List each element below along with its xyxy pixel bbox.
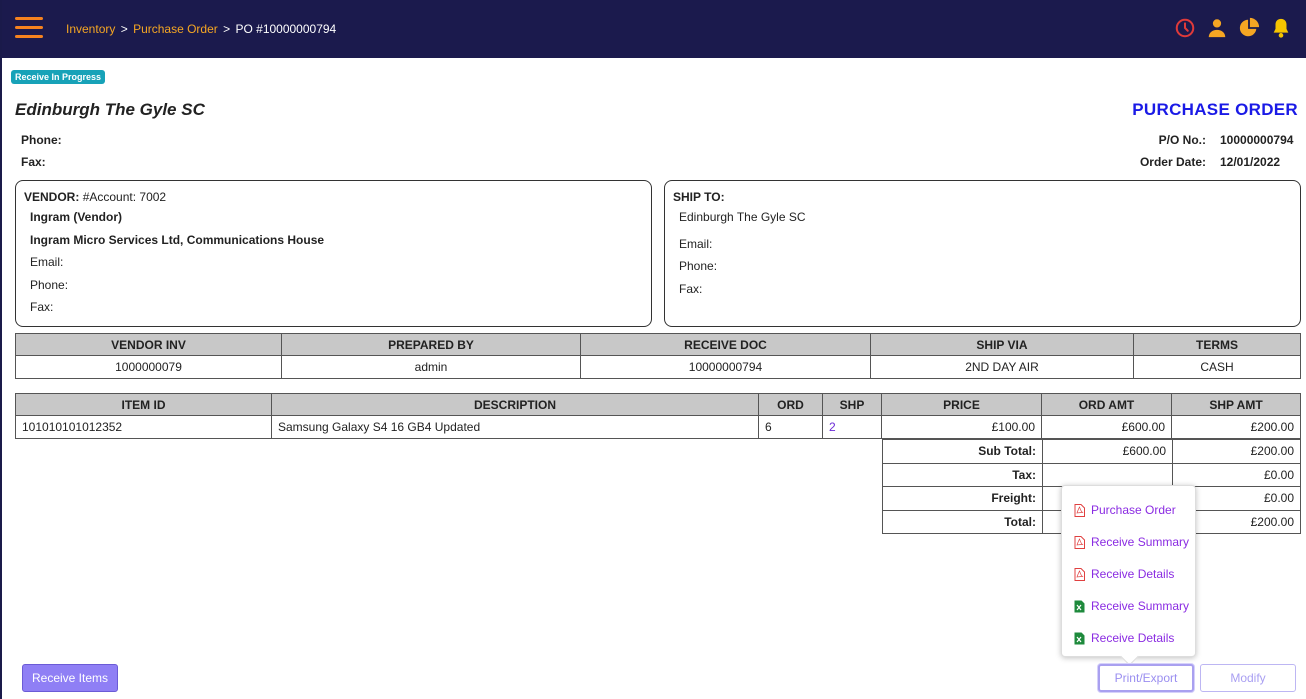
- breadcrumb: Inventory > Purchase Order > PO #1000000…: [66, 22, 336, 36]
- vendor-account: #Account: 7002: [82, 190, 167, 204]
- freight-label: Freight:: [882, 486, 1043, 511]
- breadcrumb-inventory[interactable]: Inventory: [66, 22, 115, 36]
- ord-cell: 6: [758, 415, 823, 439]
- store-name: Edinburgh The Gyle SC: [15, 100, 205, 119]
- vendor-inv-cell: 1000000079: [15, 355, 282, 379]
- column-header: VENDOR INV: [15, 333, 282, 356]
- export-pdf-receive-details[interactable]: Receive Details: [1062, 558, 1195, 590]
- breadcrumb-purchase-order[interactable]: Purchase Order: [133, 22, 218, 36]
- excel-file-icon: [1074, 632, 1085, 644]
- ship-to-box: SHIP TO: Edinburgh The Gyle SC Email: Ph…: [664, 180, 1301, 327]
- bell-icon[interactable]: [1270, 17, 1292, 39]
- ship-to-email: Email:: [679, 236, 713, 251]
- history-clock-icon[interactable]: [1174, 17, 1196, 39]
- table-header-row: ITEM ID DESCRIPTION ORD SHP PRICE ORD AM…: [15, 393, 1301, 416]
- user-icon[interactable]: [1206, 17, 1228, 39]
- ship-to-name: Edinburgh The Gyle SC: [679, 210, 806, 224]
- order-date-label: Order Date:: [1139, 155, 1206, 169]
- pdf-file-icon: [1074, 503, 1085, 517]
- pie-chart-icon[interactable]: [1238, 17, 1260, 39]
- subtotal-row: Sub Total: £600.00 £200.00: [882, 439, 1301, 464]
- menu-item-label: Receive Summary: [1091, 535, 1190, 549]
- breadcrumb-separator: >: [120, 22, 128, 36]
- menu-item-label: Receive Details: [1091, 631, 1175, 645]
- menu-icon[interactable]: [15, 17, 43, 41]
- table-row: 101010101012352 Samsung Galaxy S4 16 GB4…: [15, 415, 1301, 439]
- ship-to-phone: Phone:: [679, 259, 718, 273]
- subtotal-label: Sub Total:: [882, 439, 1043, 464]
- vendor-fax: Fax:: [30, 300, 54, 314]
- vendor-phone: Phone:: [30, 277, 69, 292]
- column-header: ORD: [758, 393, 823, 416]
- export-pdf-purchase-order[interactable]: Purchase Order: [1062, 494, 1195, 526]
- tax-label: Tax:: [882, 462, 1043, 487]
- vendor-box: VENDOR: #Account: 7002 Ingram (Vendor) I…: [15, 180, 652, 327]
- column-header: TERMS: [1133, 333, 1301, 356]
- subtotal-ord: £600.00: [1042, 439, 1173, 464]
- column-header: RECEIVE DOC: [580, 333, 871, 356]
- vendor-name: Ingram (Vendor): [30, 210, 123, 224]
- column-header: ITEM ID: [15, 393, 272, 416]
- export-menu: Purchase Order Receive Summary Receive D…: [1061, 485, 1196, 657]
- items-table: ITEM ID DESCRIPTION ORD SHP PRICE ORD AM…: [15, 393, 1301, 439]
- vendor-company: Ingram Micro Services Ltd, Communication…: [30, 232, 325, 247]
- order-date-row: Order Date: 12/01/2022: [1116, 155, 1294, 169]
- po-number-value: 10000000794: [1220, 133, 1294, 147]
- pdf-file-icon: [1074, 567, 1085, 581]
- top-icons: [1174, 17, 1292, 39]
- description-cell: Samsung Galaxy S4 16 GB4 Updated: [271, 415, 759, 439]
- menu-item-label: Purchase Order: [1091, 503, 1176, 517]
- pdf-file-icon: [1074, 535, 1085, 549]
- receive-items-button[interactable]: Receive Items: [22, 664, 118, 692]
- breadcrumb-separator: >: [223, 22, 231, 36]
- vendor-heading: VENDOR: #Account: 7002: [24, 190, 643, 204]
- modify-button[interactable]: Modify: [1200, 664, 1296, 692]
- vendor-email: Email:: [30, 255, 64, 269]
- ship-via-cell: 2ND DAY AIR: [870, 355, 1134, 379]
- column-header: SHP AMT: [1171, 393, 1301, 416]
- tax-ord: [1042, 462, 1173, 487]
- print-export-button[interactable]: Print/Export: [1098, 664, 1194, 692]
- export-pdf-receive-summary[interactable]: Receive Summary: [1062, 526, 1195, 558]
- total-label: Total:: [882, 509, 1043, 534]
- subtotal-shp: £200.00: [1172, 439, 1301, 464]
- table-header-row: VENDOR INV PREPARED BY RECEIVE DOC SHIP …: [15, 333, 1301, 356]
- shp-amt-cell: £200.00: [1171, 415, 1301, 439]
- receive-doc-cell: 10000000794: [580, 355, 871, 379]
- tax-row: Tax: £0.00: [882, 462, 1301, 487]
- table-row: 1000000079 admin 10000000794 2ND DAY AIR…: [15, 355, 1301, 379]
- shp-cell: 2: [822, 415, 882, 439]
- document-title: PURCHASE ORDER: [1132, 100, 1298, 119]
- terms-cell: CASH: [1133, 355, 1301, 379]
- fax-label: Fax:: [21, 155, 46, 169]
- column-header: ORD AMT: [1041, 393, 1172, 416]
- column-header: DESCRIPTION: [271, 393, 759, 416]
- export-excel-receive-details[interactable]: Receive Details: [1062, 622, 1195, 654]
- status-badge: Receive In Progress: [11, 70, 106, 84]
- item-id-cell: 101010101012352: [15, 415, 272, 439]
- menu-item-label: Receive Details: [1091, 567, 1175, 581]
- po-number-row: P/O No.: 10000000794: [1116, 133, 1294, 147]
- order-date-value: 12/01/2022: [1220, 155, 1281, 169]
- export-excel-receive-summary[interactable]: Receive Summary: [1062, 590, 1195, 622]
- excel-file-icon: [1074, 600, 1085, 612]
- column-header: PREPARED BY: [281, 333, 581, 356]
- po-number-label: P/O No.:: [1158, 133, 1206, 147]
- ship-to-heading: SHIP TO:: [673, 190, 725, 204]
- price-cell: £100.00: [881, 415, 1042, 439]
- column-header: SHIP VIA: [870, 333, 1134, 356]
- ord-amt-cell: £600.00: [1041, 415, 1172, 439]
- shp-link[interactable]: 2: [829, 420, 836, 434]
- phone-label: Phone:: [21, 133, 62, 147]
- column-header: PRICE: [881, 393, 1042, 416]
- vendor-heading-label: VENDOR:: [24, 190, 80, 204]
- prepared-by-cell: admin: [281, 355, 581, 379]
- ship-to-fax: Fax:: [679, 281, 703, 296]
- top-navbar: Inventory > Purchase Order > PO #1000000…: [2, 0, 1306, 58]
- column-header: SHP: [822, 393, 882, 416]
- menu-item-label: Receive Summary: [1091, 599, 1190, 613]
- po-info-table: VENDOR INV PREPARED BY RECEIVE DOC SHIP …: [15, 333, 1301, 379]
- breadcrumb-current: PO #10000000794: [235, 22, 337, 36]
- tax-shp: £0.00: [1172, 462, 1301, 487]
